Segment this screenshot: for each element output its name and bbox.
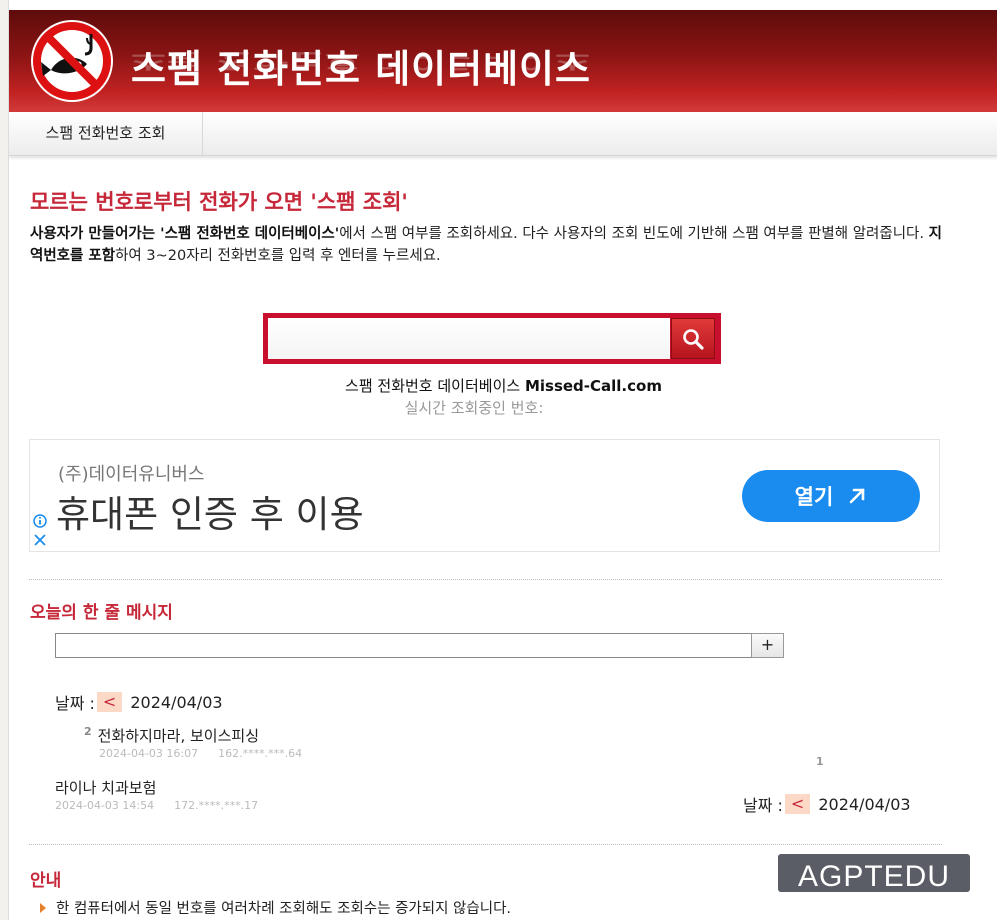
page-headline: 모르는 번호로부터 전화가 오면 '스팸 조회' (30, 190, 408, 214)
prev-date-button[interactable]: < (784, 794, 811, 814)
ad-title: 휴대폰 인증 후 이용 (56, 493, 364, 536)
pagination-page[interactable]: 1 (816, 755, 824, 768)
message-count: 2 (84, 725, 92, 738)
message-section-title: 오늘의 한 줄 메시지 (30, 603, 173, 623)
message-ip: 162.****.***.64 (218, 747, 303, 760)
date-row-bottom: 날짜 : < 2024/04/03 (743, 792, 911, 816)
ad-open-button[interactable]: 열기 (742, 470, 920, 522)
guide-item: 한 컴퓨터에서 동일 번호를 여러차례 조회해도 조회수는 증가되지 않습니다. (40, 897, 511, 918)
ad-banner[interactable]: (주)데이터유니버스 휴대폰 인증 후 이용 열기 (29, 439, 940, 552)
search-button[interactable] (671, 318, 715, 359)
date-label: 날짜 : (743, 796, 783, 815)
message-meta: 2024-04-03 14:54 172.****.***.17 (55, 799, 278, 812)
watermark: AGPTEDU (778, 854, 970, 892)
site-header: 스팸 전화번호 데이터베이스 스팸 전화번호 데이터베이스 (9, 10, 997, 112)
guide-item-text: 한 컴퓨터에서 동일 번호를 여러차례 조회해도 조회수는 증가되지 않습니다. (56, 901, 512, 917)
message-text: 라이나 치과보험 (55, 779, 157, 797)
list-item: 2 전화하지마라, 보이스피싱 2024-04-03 16:07 162.****.… (84, 725, 322, 760)
date-value: 2024/04/03 (130, 692, 223, 712)
no-fishing-logo-icon[interactable] (29, 18, 115, 104)
ad-open-label: 열기 (794, 485, 834, 509)
brand-line: 스팸 전화번호 데이터베이스 Missed-Call.com (9, 375, 997, 396)
page: 스팸 전화번호 데이터베이스 스팸 전화번호 데이터베이스 스팸 전화번호 조회… (8, 0, 997, 920)
bullet-icon (40, 902, 46, 913)
phone-search-input[interactable] (268, 318, 670, 359)
date-row-top: 날짜 : < 2024/04/03 (55, 690, 223, 714)
message-text: 전화하지마라, 보이스피싱 (97, 727, 259, 745)
date-label: 날짜 : (55, 694, 95, 713)
date-value: 2024/04/03 (818, 794, 911, 814)
message-input[interactable] (55, 633, 752, 658)
brand-domain: Missed-Call.com (524, 377, 662, 395)
intro-text-2: 하여 3~20자리 전화번호를 입력 후 엔터를 누르세요. (115, 248, 441, 264)
nav-bar: 스팸 전화번호 조회 (9, 112, 997, 156)
guide-title: 안내 (30, 871, 62, 891)
message-ip: 172.****.***.17 (174, 799, 259, 812)
divider (29, 579, 942, 580)
search-box (263, 313, 721, 364)
divider (29, 844, 942, 845)
intro-text-1: 에서 스팸 여부를 조회하세요. 다수 사용자의 조회 빈도에 기반해 스팸 여… (339, 226, 929, 242)
nav-item-spam-lookup[interactable]: 스팸 전화번호 조회 (9, 112, 203, 155)
ad-info-icon[interactable] (33, 514, 47, 528)
live-lookup-label: 실시간 조회중인 번호: (404, 399, 544, 417)
message-meta: 2024-04-03 16:07 162.****.***.64 (99, 747, 322, 760)
ad-company: (주)데이터유니버스 (58, 464, 205, 485)
message-timestamp: 2024-04-03 14:54 (55, 799, 155, 812)
search-icon (683, 328, 704, 350)
intro-text: 사용자가 만들어가는 '스팸 전화번호 데이터베이스'에서 스팸 여부를 조회하… (30, 223, 950, 267)
list-item: 라이나 치과보험 2024-04-03 14:54 172.****.***.17 (55, 777, 278, 812)
intro-bold-1: 사용자가 만들어가는 '스팸 전화번호 데이터베이스' (30, 226, 340, 242)
prev-date-button[interactable]: < (96, 692, 123, 712)
add-message-button[interactable]: + (751, 633, 784, 658)
brand-prefix: 스팸 전화번호 데이터베이스 (345, 377, 521, 395)
message-timestamp: 2024-04-03 16:07 (99, 747, 199, 760)
ad-close-icon[interactable] (33, 533, 47, 547)
arrow-up-right-icon (850, 488, 865, 504)
site-title-reflection: 스팸 전화번호 데이터베이스 (131, 48, 591, 74)
